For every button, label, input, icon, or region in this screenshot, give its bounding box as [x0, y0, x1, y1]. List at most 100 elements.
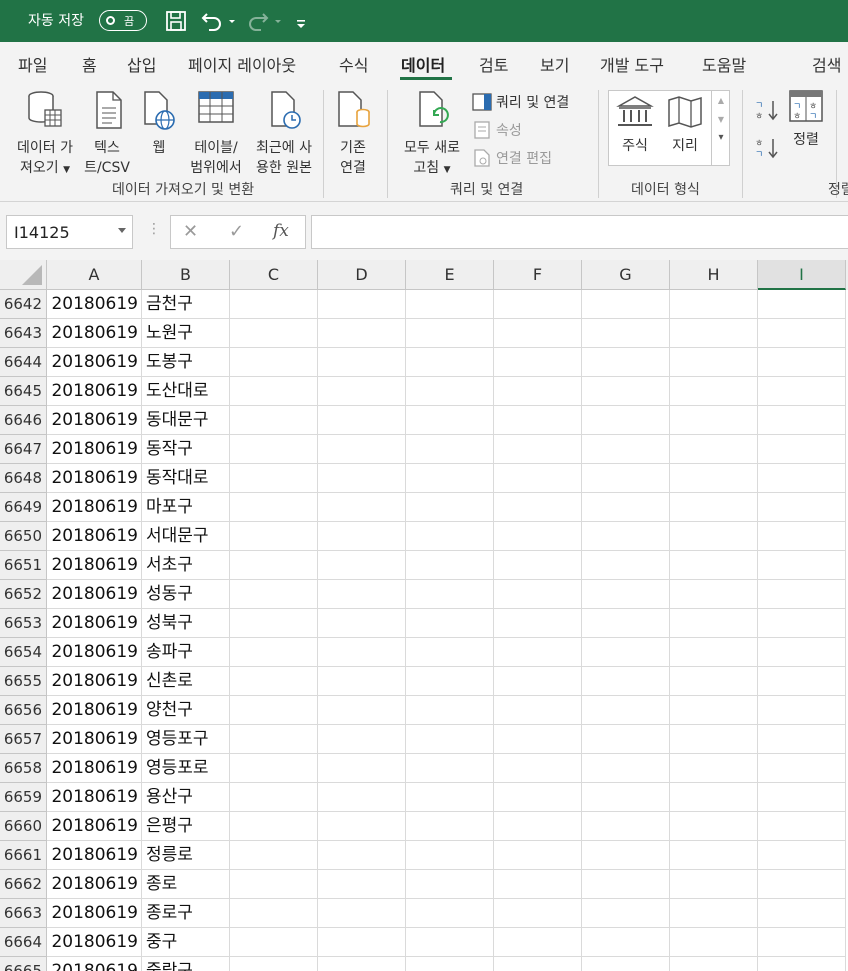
- cell-h[interactable]: [670, 406, 758, 435]
- cell-a[interactable]: 20180619: [47, 290, 142, 319]
- cell-h[interactable]: [670, 580, 758, 609]
- cell-c[interactable]: [230, 667, 318, 696]
- cell-f[interactable]: [494, 319, 582, 348]
- cell-e[interactable]: [406, 899, 494, 928]
- cell-h[interactable]: [670, 841, 758, 870]
- name-box-dropdown-icon[interactable]: [118, 228, 126, 233]
- cell-h[interactable]: [670, 377, 758, 406]
- cell-e[interactable]: [406, 870, 494, 899]
- cell-b[interactable]: 노원구: [142, 319, 230, 348]
- cell-i[interactable]: [758, 377, 846, 406]
- tab-data[interactable]: 데이터: [401, 52, 445, 76]
- cell-d[interactable]: [318, 783, 406, 812]
- row-header[interactable]: 6649: [0, 493, 47, 522]
- tab-help[interactable]: 도움말: [702, 52, 746, 76]
- cell-b[interactable]: 마포구: [142, 493, 230, 522]
- cell-g[interactable]: [582, 580, 670, 609]
- row-header[interactable]: 6652: [0, 580, 47, 609]
- cell-h[interactable]: [670, 957, 758, 971]
- cell-f[interactable]: [494, 725, 582, 754]
- cell-i[interactable]: [758, 841, 846, 870]
- geography-button[interactable]: 지리: [662, 94, 708, 156]
- cell-a[interactable]: 20180619: [47, 377, 142, 406]
- cell-c[interactable]: [230, 783, 318, 812]
- formula-bar-grip-icon[interactable]: ⋮: [147, 221, 161, 237]
- cell-h[interactable]: [670, 493, 758, 522]
- cell-e[interactable]: [406, 406, 494, 435]
- existing-connections-button[interactable]: 기존 연결: [330, 88, 376, 178]
- cell-c[interactable]: [230, 319, 318, 348]
- cell-a[interactable]: 20180619: [47, 319, 142, 348]
- cell-h[interactable]: [670, 870, 758, 899]
- cell-f[interactable]: [494, 522, 582, 551]
- cell-a[interactable]: 20180619: [47, 725, 142, 754]
- row-header[interactable]: 6657: [0, 725, 47, 754]
- row-header[interactable]: 6664: [0, 928, 47, 957]
- row-header[interactable]: 6648: [0, 464, 47, 493]
- cell-g[interactable]: [582, 754, 670, 783]
- cell-a[interactable]: 20180619: [47, 551, 142, 580]
- cell-h[interactable]: [670, 290, 758, 319]
- cell-d[interactable]: [318, 812, 406, 841]
- select-all-button[interactable]: [0, 260, 47, 290]
- cell-e[interactable]: [406, 667, 494, 696]
- autosave-toggle[interactable]: 끔: [99, 10, 147, 31]
- cell-c[interactable]: [230, 493, 318, 522]
- cell-e[interactable]: [406, 551, 494, 580]
- cell-i[interactable]: [758, 580, 846, 609]
- cell-f[interactable]: [494, 493, 582, 522]
- cell-h[interactable]: [670, 551, 758, 580]
- cell-i[interactable]: [758, 783, 846, 812]
- cell-e[interactable]: [406, 435, 494, 464]
- cell-f[interactable]: [494, 464, 582, 493]
- cell-i[interactable]: [758, 725, 846, 754]
- cell-d[interactable]: [318, 290, 406, 319]
- cell-g[interactable]: [582, 609, 670, 638]
- column-header-a[interactable]: A: [47, 260, 142, 290]
- row-header[interactable]: 6644: [0, 348, 47, 377]
- cell-d[interactable]: [318, 406, 406, 435]
- row-header[interactable]: 6646: [0, 406, 47, 435]
- cell-c[interactable]: [230, 812, 318, 841]
- cell-f[interactable]: [494, 609, 582, 638]
- cell-i[interactable]: [758, 696, 846, 725]
- cancel-icon[interactable]: ✕: [183, 221, 198, 242]
- row-header[interactable]: 6643: [0, 319, 47, 348]
- cell-i[interactable]: [758, 609, 846, 638]
- cell-d[interactable]: [318, 319, 406, 348]
- tab-developer[interactable]: 개발 도구: [600, 52, 664, 76]
- cell-b[interactable]: 중구: [142, 928, 230, 957]
- cell-i[interactable]: [758, 957, 846, 971]
- column-header-e[interactable]: E: [406, 260, 494, 290]
- cell-e[interactable]: [406, 290, 494, 319]
- cell-b[interactable]: 송파구: [142, 638, 230, 667]
- cell-d[interactable]: [318, 551, 406, 580]
- queries-connections-button[interactable]: 쿼리 및 연결: [472, 92, 569, 112]
- cell-a[interactable]: 20180619: [47, 870, 142, 899]
- cell-i[interactable]: [758, 319, 846, 348]
- cell-i[interactable]: [758, 928, 846, 957]
- row-header[interactable]: 6642: [0, 290, 47, 319]
- column-header-b[interactable]: B: [142, 260, 230, 290]
- cell-i[interactable]: [758, 754, 846, 783]
- cell-a[interactable]: 20180619: [47, 667, 142, 696]
- cell-b[interactable]: 동작대로: [142, 464, 230, 493]
- cell-d[interactable]: [318, 348, 406, 377]
- name-box[interactable]: I14125: [6, 215, 133, 249]
- cell-d[interactable]: [318, 725, 406, 754]
- cell-b[interactable]: 종로: [142, 870, 230, 899]
- cell-b[interactable]: 용산구: [142, 783, 230, 812]
- cell-b[interactable]: 동작구: [142, 435, 230, 464]
- cell-h[interactable]: [670, 319, 758, 348]
- cell-i[interactable]: [758, 522, 846, 551]
- row-header[interactable]: 6653: [0, 609, 47, 638]
- cell-f[interactable]: [494, 638, 582, 667]
- refresh-all-button[interactable]: 모두 새로 고침 ▼: [396, 88, 468, 180]
- cell-d[interactable]: [318, 754, 406, 783]
- cell-h[interactable]: [670, 522, 758, 551]
- cell-d[interactable]: [318, 638, 406, 667]
- cell-d[interactable]: [318, 580, 406, 609]
- cell-b[interactable]: 정릉로: [142, 841, 230, 870]
- cell-i[interactable]: [758, 812, 846, 841]
- cell-a[interactable]: 20180619: [47, 783, 142, 812]
